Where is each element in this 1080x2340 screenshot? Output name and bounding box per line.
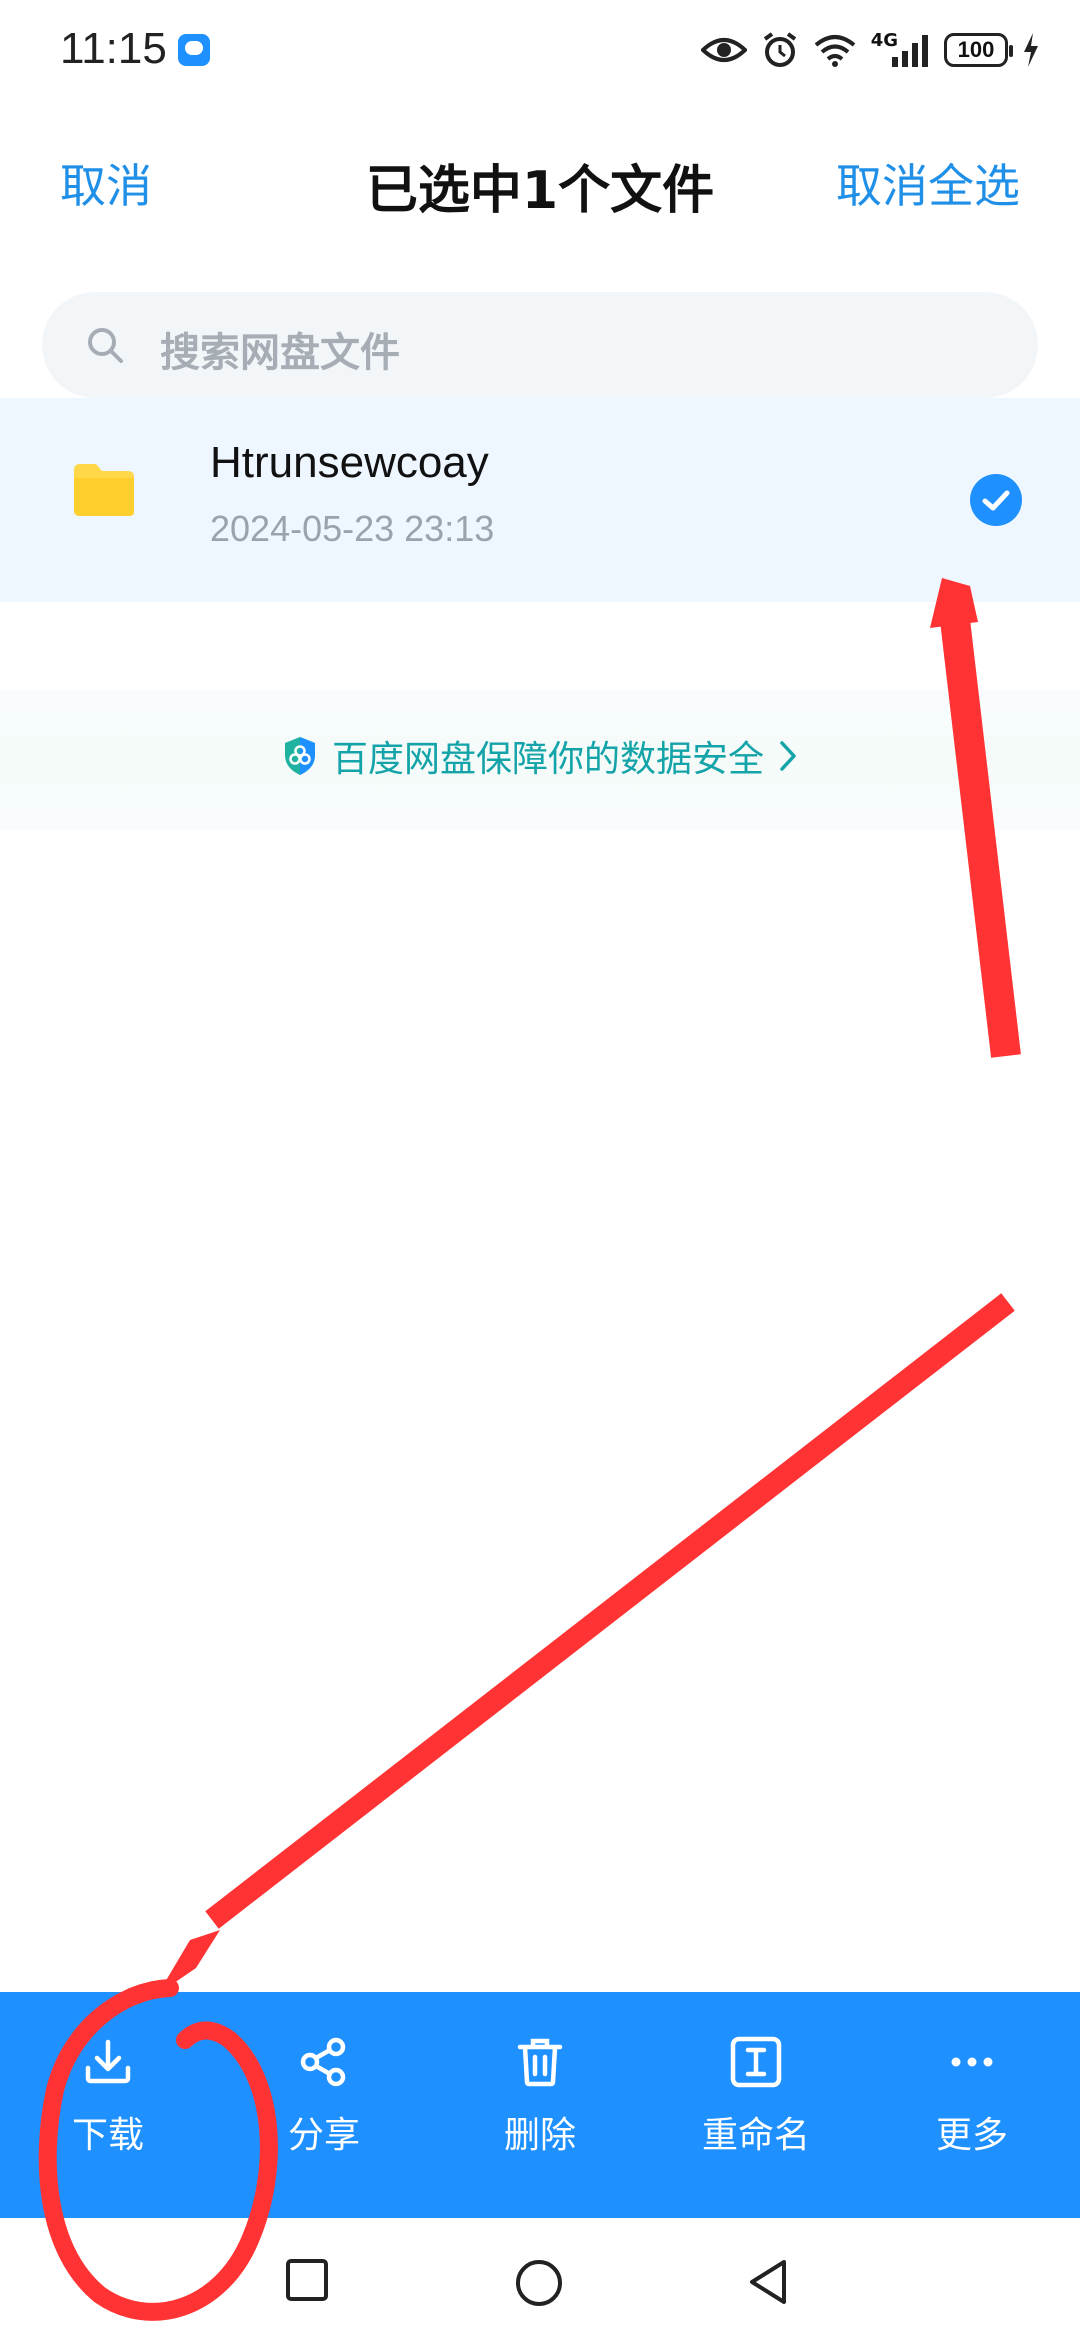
bottom-action-toolbar: 下载 分享 删除 重命名 更多 (0, 1992, 1080, 2218)
rename-icon (730, 2036, 782, 2088)
share-button[interactable]: 分享 (216, 1992, 432, 2218)
file-name: Htrunsewcoay (210, 438, 489, 487)
download-label: 下载 (71, 2115, 144, 2156)
eye-icon (700, 28, 747, 72)
file-list-item[interactable]: Htrunsewcoay 2024-05-23 23:13 (0, 398, 1080, 602)
alarm-icon (761, 28, 799, 72)
rename-label: 重命名 (701, 2115, 810, 2156)
deselect-all-button[interactable]: 取消全选 (836, 150, 1020, 216)
message-notification-icon (178, 34, 210, 66)
more-button[interactable]: 更多 (864, 1992, 1080, 2218)
more-icon (951, 2057, 993, 2067)
recents-square-icon[interactable] (285, 2258, 329, 2302)
security-banner: 百度网盘保障你的数据安全 (0, 690, 1080, 830)
security-link[interactable]: 百度网盘保障你的数据安全 (0, 730, 1080, 782)
selected-checkbox[interactable] (970, 474, 1022, 526)
folder-icon (74, 464, 134, 516)
status-time: 11:15 (60, 24, 167, 73)
network-type-label: 4G (870, 29, 898, 51)
system-navigation-bar (0, 2218, 1080, 2340)
rename-button[interactable]: 重命名 (648, 1992, 864, 2218)
search-icon (88, 328, 123, 363)
search-bar[interactable]: 搜索网盘文件 (42, 292, 1038, 398)
status-icons: 4G 100 (700, 28, 1040, 72)
annotation-arrow-to-download (158, 1293, 1015, 1994)
back-triangle-icon[interactable] (746, 2258, 790, 2306)
delete-label: 删除 (503, 2115, 576, 2156)
security-text: 百度网盘保障你的数据安全 (331, 739, 764, 780)
search-placeholder: 搜索网盘文件 (160, 330, 400, 376)
wifi-icon (813, 28, 857, 72)
share-icon (300, 2037, 346, 2087)
chevron-right-icon (780, 741, 796, 771)
status-bar: 11:15 4G 100 (0, 0, 1080, 100)
home-circle-icon[interactable] (514, 2258, 564, 2308)
shield-icon (284, 737, 315, 775)
more-label: 更多 (935, 2115, 1008, 2156)
cellular-signal-icon: 4G (871, 28, 930, 72)
trash-icon (517, 2038, 563, 2087)
download-icon (85, 2039, 131, 2084)
share-label: 分享 (287, 2115, 360, 2156)
battery-indicator: 100 (944, 33, 1013, 67)
charging-icon (1022, 28, 1040, 72)
file-modified-date: 2024-05-23 23:13 (210, 508, 495, 549)
selection-header: 取消 已选中1个文件 取消全选 (0, 130, 1080, 240)
download-button[interactable]: 下载 (0, 1992, 216, 2218)
checkmark-icon (982, 490, 1010, 511)
delete-button[interactable]: 删除 (432, 1992, 648, 2218)
